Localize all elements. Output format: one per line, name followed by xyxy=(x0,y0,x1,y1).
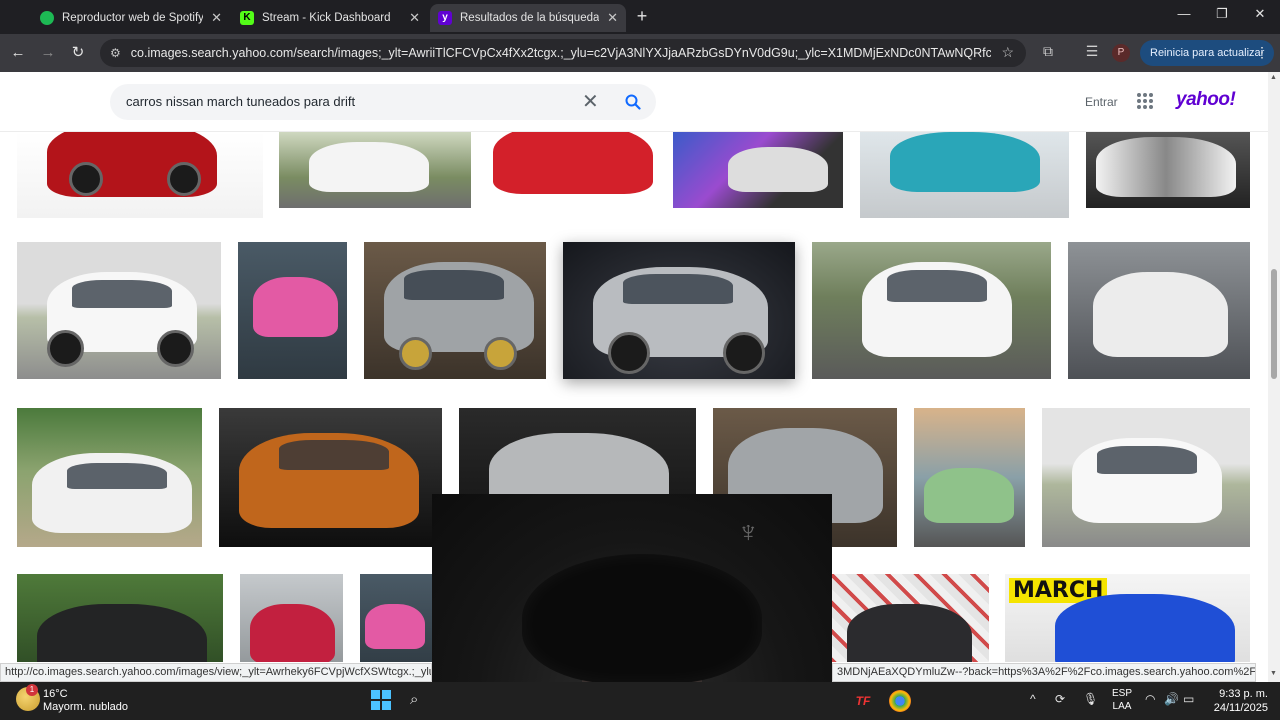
image-result[interactable] xyxy=(1086,132,1250,208)
site-info-icon[interactable]: ⚙ xyxy=(110,46,121,60)
browser-toolbar: ← → ↻ ⚙ co.images.search.yahoo.com/searc… xyxy=(0,34,1280,72)
taskbar: 1 16°C Mayorm. nublado ⌕ TF ^ ⟳ 🎙 ESP LA… xyxy=(0,682,1280,720)
deer-logo-icon: ♆ xyxy=(737,516,760,549)
image-result[interactable] xyxy=(364,242,546,379)
minimize-button[interactable]: — xyxy=(1172,6,1196,21)
image-result-hovered[interactable] xyxy=(563,242,795,379)
wifi-icon[interactable]: ◠ xyxy=(1145,692,1155,706)
spotify-icon xyxy=(40,11,54,25)
profile-avatar[interactable]: P xyxy=(1112,44,1130,62)
search-input[interactable]: carros nissan march tuneados para drift xyxy=(126,94,355,109)
status-url-left: http://co.images.search.yahoo.com/images… xyxy=(0,663,432,682)
image-result[interactable] xyxy=(360,574,432,662)
image-result[interactable]: MARCH xyxy=(1005,574,1250,662)
close-tab-icon[interactable]: ✕ xyxy=(409,10,420,26)
weather-badge: 1 xyxy=(26,684,38,696)
time: 9:33 p. m. xyxy=(1219,688,1268,700)
new-tab-button[interactable]: + xyxy=(632,6,652,26)
image-result[interactable] xyxy=(17,574,223,662)
back-button[interactable]: ← xyxy=(8,43,28,63)
image-result[interactable] xyxy=(219,408,442,547)
extensions-icon[interactable]: ⧉ xyxy=(1038,43,1058,60)
image-result[interactable] xyxy=(487,132,657,218)
chrome-icon[interactable] xyxy=(889,690,911,712)
image-result[interactable] xyxy=(238,242,347,379)
close-tab-icon[interactable]: ✕ xyxy=(211,10,222,26)
kick-icon: K xyxy=(240,11,254,25)
image-result[interactable] xyxy=(17,408,202,547)
image-result[interactable] xyxy=(17,132,263,218)
weather-condition: Mayorm. nublado xyxy=(43,701,128,713)
image-result[interactable] xyxy=(1042,408,1250,547)
address-bar[interactable]: ⚙ co.images.search.yahoo.com/search/imag… xyxy=(100,39,1026,67)
battery-icon[interactable]: ▭ xyxy=(1183,692,1194,706)
forward-button[interactable]: → xyxy=(38,43,58,63)
yahoo-logo[interactable]: yahoo! xyxy=(1176,89,1236,111)
taskbar-search-icon[interactable]: ⌕ xyxy=(410,691,418,708)
tray-overflow-icon[interactable]: ^ xyxy=(1030,692,1036,706)
close-tab-icon[interactable]: ✕ xyxy=(607,10,618,26)
menu-icon[interactable]: ⋮ xyxy=(1255,44,1269,61)
image-result[interactable] xyxy=(17,242,221,379)
close-window-button[interactable]: ✕ xyxy=(1248,6,1272,22)
image-result[interactable] xyxy=(832,574,989,662)
tf-app-icon[interactable]: TF xyxy=(852,690,874,712)
lang-layout: LAA xyxy=(1112,701,1132,712)
reload-button[interactable]: ↻ xyxy=(68,43,88,63)
status-url-right: 3MDNjAEaXQDYmluZw--?back=https%3A%2F%2Fc… xyxy=(832,663,1256,682)
media-control-icon[interactable]: ☰ xyxy=(1082,43,1102,60)
image-result[interactable] xyxy=(1068,242,1250,379)
cowboy-hat xyxy=(522,554,762,684)
sync-icon[interactable]: ⟳ xyxy=(1055,692,1065,706)
windows-start-icon[interactable] xyxy=(371,690,391,710)
tab-title: Stream - Kick Dashboard xyxy=(262,12,391,24)
tab-spotify[interactable]: Reproductor web de Spotify: m ✕ xyxy=(32,4,230,32)
tab-bar: Reproductor web de Spotify: m ✕ K Stream… xyxy=(0,0,1280,34)
microphone-icon[interactable]: 🎙 xyxy=(1083,692,1098,706)
search-box[interactable]: carros nissan march tuneados para drift … xyxy=(110,84,656,120)
apps-grid-icon[interactable] xyxy=(1137,93,1153,109)
bookmark-star-icon[interactable]: ☆ xyxy=(1001,44,1014,61)
page-scrollbar[interactable]: ▲ ▼ xyxy=(1268,72,1280,682)
image-result[interactable] xyxy=(860,132,1069,218)
date: 24/11/2025 xyxy=(1213,702,1268,714)
image-result[interactable] xyxy=(279,132,471,208)
signin-link[interactable]: Entrar xyxy=(1085,95,1118,109)
image-result[interactable] xyxy=(240,574,343,662)
clock[interactable]: 9:33 p. m. 24/11/2025 xyxy=(1208,687,1268,715)
image-result[interactable] xyxy=(914,408,1025,547)
url-text: co.images.search.yahoo.com/search/images… xyxy=(130,46,991,60)
tab-yahoo-results[interactable]: y Resultados de la búsqueda de i ✕ xyxy=(430,4,626,32)
scroll-down-icon[interactable]: ▼ xyxy=(1270,670,1278,677)
tab-kick[interactable]: K Stream - Kick Dashboard ✕ xyxy=(232,4,428,32)
yahoo-icon: y xyxy=(438,11,452,25)
maximize-button[interactable]: ❐ xyxy=(1210,6,1234,22)
temperature: 16°C xyxy=(43,688,68,700)
yahoo-header: carros nissan march tuneados para drift … xyxy=(0,72,1268,132)
clear-search-icon[interactable]: ✕ xyxy=(582,89,599,114)
image-result[interactable] xyxy=(812,242,1051,379)
lang-code: ESP xyxy=(1112,688,1133,699)
image-result[interactable] xyxy=(673,132,843,208)
language-indicator[interactable]: ESP LAA xyxy=(1112,687,1132,713)
scroll-up-icon[interactable]: ▲ xyxy=(1270,74,1278,81)
tab-title: Reproductor web de Spotify: m xyxy=(62,12,204,24)
tab-title: Resultados de la búsqueda de i xyxy=(460,12,600,24)
volume-icon[interactable]: 🔊 xyxy=(1164,692,1179,706)
scrollbar-thumb[interactable] xyxy=(1271,269,1277,379)
search-icon[interactable] xyxy=(624,93,642,111)
